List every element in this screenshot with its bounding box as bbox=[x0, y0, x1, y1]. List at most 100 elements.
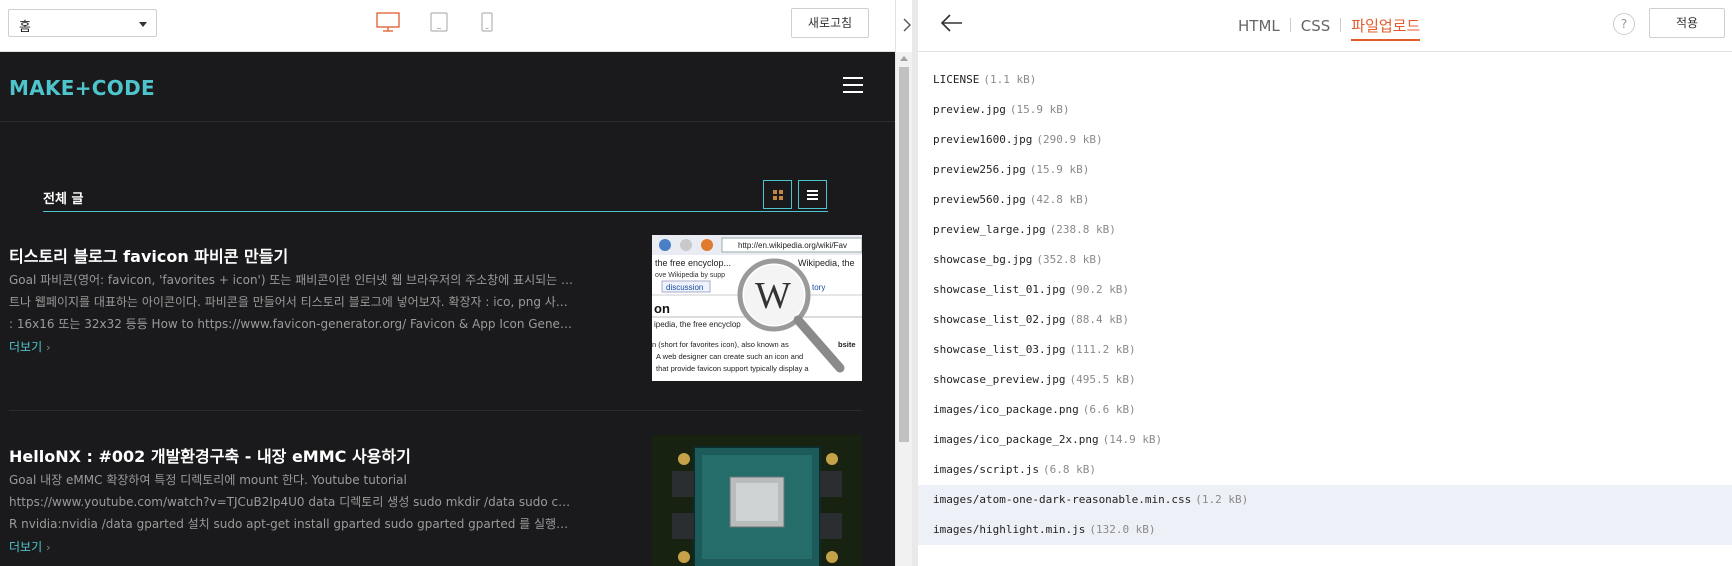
read-more-link[interactable]: 더보기 › bbox=[9, 538, 51, 555]
excerpt-line: Goal 파비콘(영어: favicon, 'favorites + icon'… bbox=[9, 273, 574, 287]
svg-text:that provide favicon support t: that provide favicon support typically d… bbox=[656, 364, 809, 373]
chevron-right-icon: › bbox=[46, 341, 51, 354]
file-item[interactable]: showcase_list_01.jpg (90.2 kB) bbox=[918, 275, 1732, 305]
file-size: (132.0 kB) bbox=[1089, 523, 1156, 536]
file-item[interactable]: showcase_preview.jpg (495.5 kB) bbox=[918, 365, 1732, 395]
section-header: 전체 글 bbox=[43, 178, 828, 212]
list-view-icon bbox=[807, 190, 818, 202]
svg-text:W: W bbox=[755, 275, 791, 317]
post-excerpt: Goal 내장 eMMC 확장하여 특정 디렉토리에 mount 한다. You… bbox=[9, 469, 574, 535]
section-title: 전체 글 bbox=[43, 192, 84, 207]
file-item[interactable]: preview_large.jpg (238.8 kB) bbox=[918, 215, 1732, 245]
file-size: (6.6 kB) bbox=[1082, 403, 1136, 416]
list-view-button[interactable] bbox=[798, 180, 827, 209]
file-size: (290.9 kB) bbox=[1036, 133, 1103, 146]
post-thumbnail[interactable]: http://en.wikipedia.org/wiki/Fav the fre… bbox=[652, 235, 862, 381]
post-thumbnail[interactable] bbox=[652, 435, 862, 566]
grid-view-button[interactable] bbox=[763, 180, 792, 209]
file-name: images/ico_package_2x.png bbox=[933, 433, 1099, 446]
file-item[interactable]: preview.jpg (15.9 kB) bbox=[918, 95, 1732, 125]
svg-text:A web designer can create such: A web designer can create such an icon a… bbox=[656, 352, 803, 361]
file-name: images/ico_package.png bbox=[933, 403, 1079, 416]
file-name: images/atom-one-dark-reasonable.min.css bbox=[933, 493, 1192, 506]
tab-file-upload[interactable]: 파일업로드 bbox=[1351, 15, 1421, 41]
chevron-down-icon bbox=[139, 22, 147, 27]
editor-header: HTML CSS 파일업로드 ? 적용 bbox=[918, 0, 1732, 52]
excerpt-line: : 16x16 또는 32x32 등등 How to https://www.f… bbox=[9, 317, 574, 331]
file-size: (88.4 kB) bbox=[1069, 313, 1130, 326]
file-item[interactable]: showcase_bg.jpg (352.8 kB) bbox=[918, 245, 1732, 275]
page-select[interactable]: 홈 bbox=[8, 9, 157, 37]
post-title[interactable]: HelloNX : #002 개발환경구축 - 내장 eMMC 사용하기 bbox=[9, 443, 411, 467]
svg-text:n (short for favorites icon),: n (short for favorites icon), also known… bbox=[652, 340, 789, 349]
editor-panel: HTML CSS 파일업로드 ? 적용 LICENSE (1.1 kB) previe… bbox=[918, 0, 1732, 566]
scrollbar-thumb[interactable] bbox=[899, 67, 909, 442]
file-item[interactable]: images/ico_package_2x.png (14.9 kB) bbox=[918, 425, 1732, 455]
post-title[interactable]: 티스토리 블로그 favicon 파비콘 만들기 bbox=[9, 243, 288, 267]
file-name: images/script.js bbox=[933, 463, 1039, 476]
scroll-up-arrow-icon[interactable] bbox=[900, 56, 908, 61]
site-preview: MAKE+CODE 전체 글 티스토리 블로그 favicon 파비콘 만들기 … bbox=[0, 52, 895, 566]
file-size: (495.5 kB) bbox=[1069, 373, 1136, 386]
page-select-value: 홈 bbox=[19, 20, 31, 35]
file-item[interactable]: preview256.jpg (15.9 kB) bbox=[918, 155, 1732, 185]
tab-css[interactable]: CSS bbox=[1301, 17, 1331, 35]
svg-text:http://en.wikipedia.org/wiki/F: http://en.wikipedia.org/wiki/Fav bbox=[738, 241, 847, 250]
help-icon[interactable]: ? bbox=[1613, 13, 1635, 35]
file-name: LICENSE bbox=[933, 73, 980, 86]
file-item[interactable]: images/script.js (6.8 kB) bbox=[918, 455, 1732, 485]
svg-text:bsite: bsite bbox=[838, 340, 856, 349]
excerpt-line: https://www.youtube.com/watch?v=TJCuB2Ip… bbox=[9, 495, 574, 509]
preview-scrollbar[interactable] bbox=[895, 52, 912, 566]
tab-html[interactable]: HTML bbox=[1238, 17, 1280, 35]
read-more-label: 더보기 bbox=[9, 540, 43, 554]
file-size: (90.2 kB) bbox=[1069, 283, 1130, 296]
file-name: showcase_list_02.jpg bbox=[933, 313, 1066, 326]
mobile-icon[interactable] bbox=[481, 12, 493, 32]
post-divider bbox=[9, 410, 862, 411]
refresh-button[interactable]: 새로고침 bbox=[791, 8, 869, 38]
site-logo[interactable]: MAKE+CODE bbox=[9, 76, 155, 100]
svg-text:tory: tory bbox=[812, 283, 825, 292]
tab-separator bbox=[1340, 18, 1342, 32]
file-size: (111.2 kB) bbox=[1069, 343, 1136, 356]
file-item[interactable]: images/ico_package.png (6.6 kB) bbox=[918, 395, 1732, 425]
file-size: (352.8 kB) bbox=[1036, 253, 1103, 266]
file-name: showcase_preview.jpg bbox=[933, 373, 1066, 386]
file-item[interactable]: preview560.jpg (42.8 kB) bbox=[918, 185, 1732, 215]
editor-tabs: HTML CSS 파일업로드 bbox=[1238, 15, 1421, 41]
chevron-right-icon: › bbox=[46, 541, 51, 554]
excerpt-line: Goal 내장 eMMC 확장하여 특정 디렉토리에 mount 한다. You… bbox=[9, 473, 407, 487]
file-name: showcase_bg.jpg bbox=[933, 253, 1033, 266]
file-item[interactable]: preview1600.jpg (290.9 kB) bbox=[918, 125, 1732, 155]
skin-editor: 홈 새로고침 MAKE+CODE 전체 글 티스토리 블로그 favicon 파… bbox=[0, 0, 1732, 566]
hamburger-icon[interactable] bbox=[843, 77, 863, 94]
grid-view-icon bbox=[773, 190, 783, 200]
file-item-selected[interactable]: images/highlight.min.js (132.0 kB) bbox=[918, 515, 1732, 545]
post-excerpt: Goal 파비콘(영어: favicon, 'favorites + icon'… bbox=[9, 269, 574, 335]
svg-text:the free encyclop...: the free encyclop... bbox=[655, 258, 731, 268]
file-size: (238.8 kB) bbox=[1049, 223, 1116, 236]
file-item[interactable]: showcase_list_02.jpg (88.4 kB) bbox=[918, 305, 1732, 335]
tab-separator bbox=[1289, 18, 1291, 32]
desktop-icon[interactable] bbox=[376, 12, 400, 32]
file-size: (15.9 kB) bbox=[1009, 103, 1070, 116]
file-name: preview256.jpg bbox=[933, 163, 1026, 176]
read-more-link[interactable]: 더보기 › bbox=[9, 338, 51, 355]
preview-pane: 홈 새로고침 MAKE+CODE 전체 글 티스토리 블로그 favicon 파… bbox=[0, 0, 912, 566]
file-size: (42.8 kB) bbox=[1029, 193, 1090, 206]
file-size: (1.2 kB) bbox=[1195, 493, 1249, 506]
site-header: MAKE+CODE bbox=[0, 52, 895, 122]
file-item[interactable]: showcase_list_03.jpg (111.2 kB) bbox=[918, 335, 1732, 365]
file-name: images/highlight.min.js bbox=[933, 523, 1086, 536]
file-name: preview560.jpg bbox=[933, 193, 1026, 206]
arrow-left-icon[interactable] bbox=[940, 13, 964, 33]
excerpt-line: R nvidia:nvidia /data gparted 설치 sudo ap… bbox=[9, 517, 574, 531]
apply-button[interactable]: 적용 bbox=[1649, 8, 1725, 38]
file-item-selected[interactable]: images/atom-one-dark-reasonable.min.css(… bbox=[918, 485, 1732, 515]
file-item[interactable]: LICENSE (1.1 kB) bbox=[918, 65, 1732, 95]
file-size: (1.1 kB) bbox=[983, 73, 1037, 86]
excerpt-line: 트나 웹페이지를 대표하는 아이콘이다. 파비콘을 만들어서 티스토리 블로그에… bbox=[9, 295, 574, 309]
tablet-icon[interactable] bbox=[430, 12, 448, 32]
file-size: (14.9 kB) bbox=[1102, 433, 1163, 446]
